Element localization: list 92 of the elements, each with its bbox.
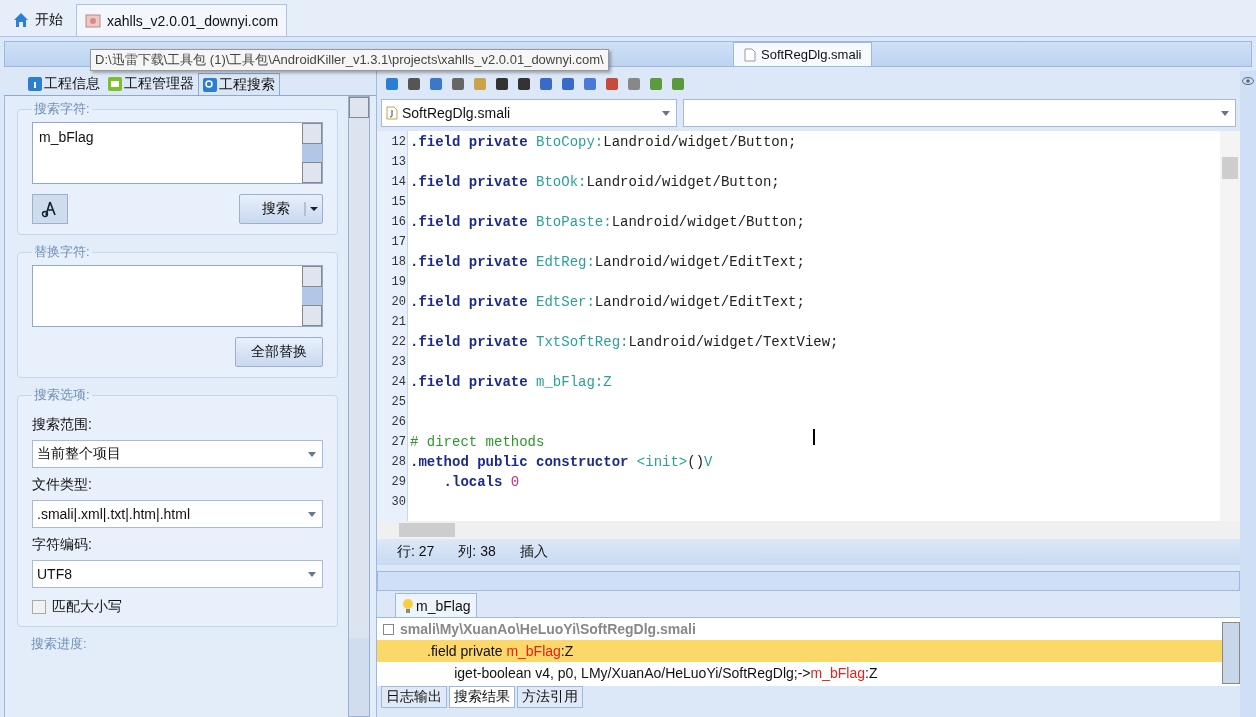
dropdown[interactable]: 当前整个项目: [32, 440, 323, 468]
panel-tab[interactable]: 工程搜索: [198, 73, 280, 95]
caret-icon: [308, 451, 316, 457]
dropdown[interactable]: UTF8: [32, 560, 323, 588]
toolbar-icon[interactable]: [449, 75, 467, 93]
caret-icon: [308, 511, 316, 517]
line-number: 20: [390, 295, 406, 309]
collapse-icon[interactable]: [383, 623, 394, 635]
code-line: .method public constructor <init>()V: [410, 454, 713, 470]
status-text: 插入: [519, 543, 548, 561]
result-row[interactable]: .field private m_bFlag:Z: [377, 640, 1222, 662]
checkbox-label: 匹配大小写: [52, 598, 122, 616]
java-file-icon: [386, 106, 398, 120]
path-tooltip: D:\迅雷下载\工具包 (1)\工具包\AndroidKiller_v1.3.1\projects\xahlls_v2.0.01_downyi.com\: [90, 49, 609, 71]
code-line: .field private EdtSer:Landroid/widget/EditText;: [410, 294, 805, 310]
toolbar-icon[interactable]: [493, 75, 511, 93]
line-number: 24: [390, 375, 406, 389]
tree-item[interactable]: smali\My\XuanAo\HeLuoYi\SoftRegDlg.smali: [400, 621, 696, 637]
line-number: 19: [390, 275, 406, 289]
line-number: 22: [390, 335, 406, 349]
scrollbar[interactable]: [1222, 622, 1240, 684]
project-tab[interactable]: 开始: [4, 4, 72, 36]
replace-field[interactable]: [32, 265, 323, 327]
code-line: # direct methods: [410, 434, 545, 450]
status-text: 列: 38: [458, 543, 496, 561]
scrollbar[interactable]: [1220, 131, 1240, 521]
replace-all-button[interactable]: 全部替换: [235, 337, 323, 367]
status-text: 行: 27: [397, 543, 435, 561]
dropdown[interactable]: .smali|.xml|.txt|.htm|.html: [32, 500, 323, 528]
caret-icon: [308, 571, 316, 577]
line-number: 26: [390, 415, 406, 429]
scrollbar[interactable]: [377, 521, 1240, 539]
panel-tab[interactable]: 工程信息: [24, 73, 104, 95]
line-number: 23: [390, 355, 406, 369]
line-number: 15: [390, 195, 406, 209]
result-row[interactable]: iget-boolean v4, p0, LMy/XuanAo/HeLuoYi/SoftRegDlg;->m_bFlag:Z: [377, 662, 1222, 684]
lightbulb-icon: [402, 597, 414, 614]
search-field[interactable]: m_bFlag: [32, 122, 323, 184]
output-tab[interactable]: 搜索结果: [449, 686, 515, 708]
result-tab[interactable]: m_bFlag: [395, 593, 478, 617]
toolbar-icon[interactable]: [515, 75, 533, 93]
code-line: .field private EdtReg:Landroid/widget/EditText;: [410, 254, 805, 270]
scrollbar[interactable]: [302, 123, 322, 183]
search-button[interactable]: 搜索: [239, 194, 323, 224]
caret-icon: [304, 202, 320, 216]
file-dropdown[interactable]: SoftRegDlg.smali: [381, 99, 677, 127]
field-label: 字符编码:: [32, 536, 93, 554]
line-number: 21: [390, 315, 406, 329]
group-title: 搜索进度:: [30, 635, 88, 653]
app-icon: [85, 12, 101, 29]
line-number: 18: [390, 255, 406, 269]
toolbar-icon[interactable]: [405, 75, 423, 93]
scrollbar[interactable]: [302, 266, 322, 326]
checkbox[interactable]: [32, 600, 46, 614]
field-label: 文件类型:: [32, 476, 93, 494]
project-tab[interactable]: xahlls_v2.0.01_downyi.com: [76, 4, 288, 36]
search-icon: [203, 77, 217, 92]
line-number: 13: [390, 155, 406, 169]
line-number: 29: [390, 475, 406, 489]
file-icon: [744, 47, 756, 62]
code-line: .field private BtoCopy:Landroid/widget/Button;: [410, 134, 797, 150]
folder-icon: [108, 77, 122, 91]
output-tab[interactable]: 方法引用: [517, 686, 583, 708]
line-number: 30: [390, 495, 406, 509]
caret-icon: [662, 110, 670, 116]
output-tab[interactable]: 日志输出: [381, 686, 447, 708]
panel-tab[interactable]: 工程管理器: [104, 73, 198, 95]
code-line: .locals 0: [442, 474, 520, 490]
code-line: .field private BtoPaste:Landroid/widget/Button;: [410, 214, 805, 230]
scrollbar[interactable]: [348, 96, 370, 717]
caret-icon: [1221, 110, 1229, 116]
line-number: 28: [390, 455, 406, 469]
line-number: 16: [390, 215, 406, 229]
field-label: 搜索范围:: [32, 416, 93, 434]
group-title: 搜索选项:: [33, 386, 91, 404]
group-title: 搜索字符:: [33, 100, 91, 118]
code-line: .field private m_bFlag:Z: [410, 374, 612, 390]
file-tab[interactable]: SoftRegDlg.smali: [733, 42, 873, 66]
font-button[interactable]: [32, 194, 68, 224]
group-title: 替换字符:: [33, 243, 91, 261]
info-icon: [28, 77, 42, 91]
font-icon: [41, 200, 59, 218]
line-number: 17: [390, 235, 406, 249]
member-dropdown[interactable]: [683, 99, 1236, 127]
eye-icon[interactable]: [1242, 77, 1254, 85]
code-line: .field private BtoOk:Landroid/widget/Button;: [410, 174, 780, 190]
home-icon: [13, 12, 29, 28]
line-number: 14: [390, 175, 406, 189]
line-number: 25: [390, 395, 406, 409]
line-number: 27: [390, 435, 406, 449]
line-number: 12: [390, 135, 406, 149]
code-line: .field private TxtSoftReg:Landroid/widget/TextView;: [410, 334, 839, 350]
